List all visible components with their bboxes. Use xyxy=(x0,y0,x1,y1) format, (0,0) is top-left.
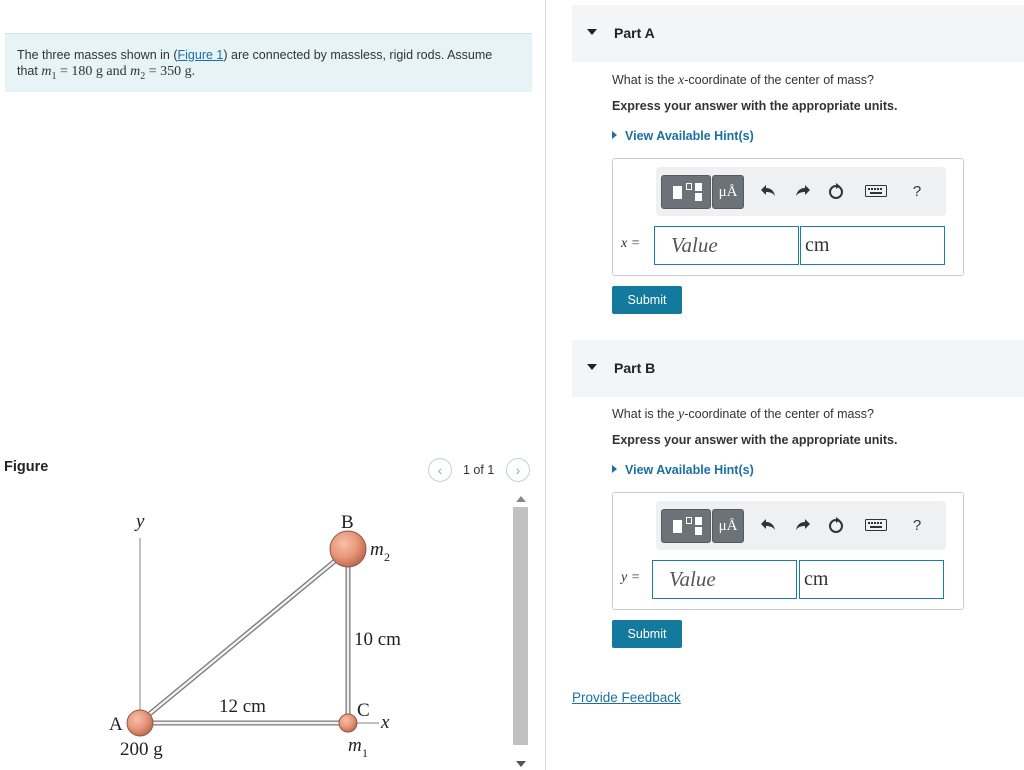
left-panel: The three masses shown in (Figure 1) are… xyxy=(0,0,545,770)
templates-button[interactable] xyxy=(661,509,711,543)
caret-right-icon xyxy=(612,465,617,473)
scroll-down-arrow-icon[interactable] xyxy=(516,761,526,767)
scroll-up-arrow-icon[interactable] xyxy=(516,496,526,502)
part-b-header[interactable]: Part B xyxy=(572,340,1024,397)
horizontal-length-label: 12 cm xyxy=(219,696,266,717)
caret-down-icon xyxy=(587,29,597,35)
page: The three masses shown in (Figure 1) are… xyxy=(0,0,1024,770)
redo-icon[interactable] xyxy=(792,513,814,537)
part-b-submit-button[interactable]: Submit xyxy=(612,620,682,648)
scroll-thumb[interactable] xyxy=(513,507,528,745)
figure-link[interactable]: Figure 1 xyxy=(178,48,224,62)
part-a-instruction: Express your answer with the appropriate… xyxy=(612,99,898,113)
part-a-toolbar: μÅ ? xyxy=(656,167,946,216)
figure-diagram: y x A B C 200 g m 2 m 1 12 cm 10 cm xyxy=(109,511,401,760)
units-button[interactable]: μÅ xyxy=(712,509,744,543)
chevron-left-icon[interactable]: ‹ xyxy=(428,458,452,482)
part-b-instruction: Express your answer with the appropriate… xyxy=(612,433,898,447)
y-axis-label: y xyxy=(134,511,145,532)
hint-label: View Available Hint(s) xyxy=(625,463,754,477)
column-divider xyxy=(545,0,546,770)
part-a-unit-input[interactable]: cm xyxy=(800,226,945,265)
question-text: What is the xyxy=(612,73,678,87)
m2-symbol: m2 xyxy=(130,64,146,82)
problem-text: The three masses shown in ( xyxy=(17,48,178,62)
point-a-label: A xyxy=(109,714,123,735)
point-c-label: C xyxy=(357,700,370,721)
units-button[interactable]: μÅ xyxy=(712,175,744,209)
figure-title: Figure xyxy=(4,459,49,475)
problem-text: ) are connected by massless, rigid rods.… xyxy=(223,48,493,62)
part-a-answer-box: μÅ ? x = Value cm xyxy=(612,158,964,276)
templates-icon xyxy=(673,186,682,199)
point-b-label: B xyxy=(341,512,354,533)
part-a-title: Part A xyxy=(614,25,655,41)
m2-label: m xyxy=(370,539,384,560)
part-a-header[interactable]: Part A xyxy=(572,5,1024,62)
m2-sub-label: 2 xyxy=(384,550,390,564)
caret-down-icon xyxy=(587,364,597,370)
caret-right-icon xyxy=(612,131,617,139)
part-b-answer-box: μÅ ? y = Value cm xyxy=(612,492,964,610)
part-a-submit-button[interactable]: Submit xyxy=(612,286,682,314)
question-text: -coordinate of the center of mass? xyxy=(684,73,874,87)
part-b-var-label: y = xyxy=(621,570,641,585)
hint-label: View Available Hint(s) xyxy=(625,129,754,143)
part-b-hint-link[interactable]: View Available Hint(s) xyxy=(612,463,754,477)
x-axis-label: x xyxy=(380,712,390,733)
templates-button[interactable] xyxy=(661,175,711,209)
mass-c xyxy=(338,713,358,733)
question-text: -coordinate of the center of mass? xyxy=(684,407,874,421)
vertical-length-label: 10 cm xyxy=(354,629,401,650)
figure-scrollbar[interactable] xyxy=(512,493,529,770)
question-text: What is the xyxy=(612,407,678,421)
problem-statement: The three masses shown in (Figure 1) are… xyxy=(5,33,532,92)
m1-sub-label: 1 xyxy=(362,746,368,760)
m1-label: m xyxy=(348,735,362,756)
mass-a xyxy=(126,709,154,737)
part-b-unit-input[interactable]: cm xyxy=(799,560,944,599)
provide-feedback-link[interactable]: Provide Feedback xyxy=(572,690,681,705)
keyboard-icon[interactable] xyxy=(863,179,889,203)
part-a-var-label: x = xyxy=(621,236,641,251)
mass-a-label: 200 g xyxy=(120,739,163,760)
part-a-value-input[interactable]: Value xyxy=(654,226,799,265)
m2-value: = 350 g. xyxy=(145,64,196,79)
part-b-question: What is the y-coordinate of the center o… xyxy=(612,407,874,423)
mass-b xyxy=(329,530,367,568)
part-b-title: Part B xyxy=(614,360,656,376)
m1-value: = 180 g and xyxy=(56,64,131,79)
undo-icon[interactable] xyxy=(757,179,779,203)
part-a-question: What is the x-coordinate of the center o… xyxy=(612,73,874,89)
figure-pager-count: 1 of 1 xyxy=(463,463,495,477)
part-a-hint-link[interactable]: View Available Hint(s) xyxy=(612,129,754,143)
keyboard-icon[interactable] xyxy=(863,513,889,537)
help-icon[interactable]: ? xyxy=(906,513,928,537)
templates-icon xyxy=(673,520,682,533)
part-b-toolbar: μÅ ? xyxy=(656,501,946,550)
undo-icon[interactable] xyxy=(757,513,779,537)
part-b-value-input[interactable]: Value xyxy=(652,560,797,599)
chevron-right-icon[interactable]: › xyxy=(506,458,530,482)
redo-icon[interactable] xyxy=(792,179,814,203)
problem-text: that xyxy=(17,64,42,78)
help-icon[interactable]: ? xyxy=(906,179,928,203)
reset-icon[interactable] xyxy=(825,179,847,203)
reset-icon[interactable] xyxy=(825,513,847,537)
m1-symbol: m1 xyxy=(41,64,57,82)
figure-header: Figure ‹ 1 of 1 › xyxy=(4,458,534,482)
